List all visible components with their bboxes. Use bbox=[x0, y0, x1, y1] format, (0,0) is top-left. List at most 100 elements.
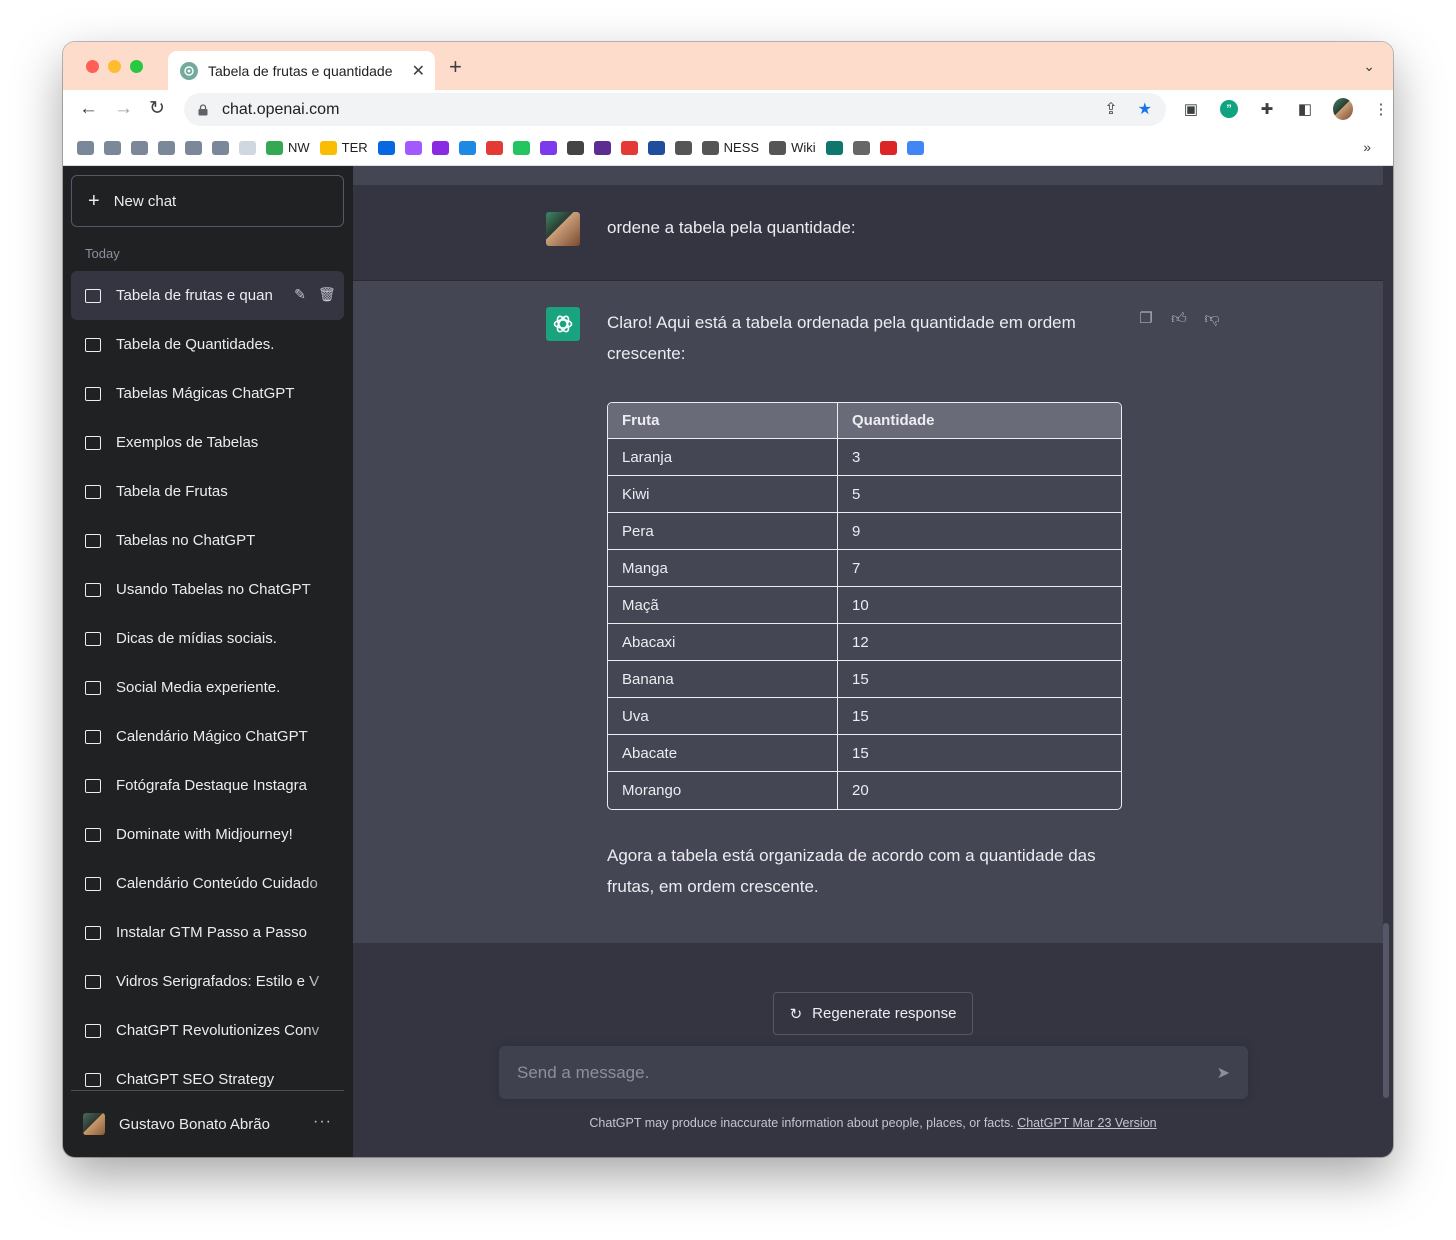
tab-search-icon[interactable]: ⌄ bbox=[1363, 58, 1375, 75]
bookmark-item[interactable]: TER bbox=[319, 140, 368, 155]
bookmark-item[interactable] bbox=[647, 140, 665, 155]
chat-history-item[interactable]: Instalar GTM Passo a Passo bbox=[71, 908, 344, 957]
bookmark-item[interactable] bbox=[566, 140, 584, 155]
close-tab-icon[interactable]: ✕ bbox=[412, 61, 425, 81]
chat-history-title: Tabela de frutas e quan bbox=[116, 287, 273, 304]
bookmark-item[interactable] bbox=[879, 140, 897, 155]
new-chat-button[interactable]: + New chat bbox=[71, 175, 344, 227]
thumbs-down-icon[interactable]: 👎︎ bbox=[1203, 310, 1221, 328]
new-chat-label: New chat bbox=[113, 192, 177, 210]
bookmark-icon bbox=[539, 140, 557, 155]
bookmark-item[interactable] bbox=[485, 140, 503, 155]
table-row: Abacate 15 bbox=[608, 735, 1121, 772]
more-options-icon[interactable]: ··· bbox=[313, 1113, 332, 1131]
bookmark-item[interactable]: NW bbox=[266, 140, 310, 155]
chatgpt-app: + New chat Today Tabela de frutas e quan… bbox=[63, 166, 1393, 1157]
bookmark-star-icon[interactable]: ★ bbox=[1138, 99, 1152, 119]
browser-tab[interactable]: Tabela de frutas e quantidade ✕ bbox=[168, 51, 435, 90]
chat-history-item[interactable]: Vidros Serigrafados: Estilo e V bbox=[71, 957, 344, 1006]
bookmark-item[interactable] bbox=[458, 140, 476, 155]
picture-in-picture-icon[interactable]: ▣ bbox=[1181, 99, 1201, 119]
bookmark-icon bbox=[566, 140, 584, 155]
bookmark-item[interactable] bbox=[377, 140, 395, 155]
chat-history-item[interactable]: ChatGPT SEO Strategy bbox=[71, 1055, 344, 1089]
bookmarks-overflow-icon[interactable]: » bbox=[1363, 139, 1371, 155]
bookmark-item[interactable] bbox=[239, 140, 256, 155]
message-composer: ➤ bbox=[499, 1046, 1248, 1099]
trash-icon[interactable]: 🗑︎ bbox=[318, 286, 336, 302]
bookmark-item[interactable] bbox=[431, 140, 449, 155]
chat-history-item[interactable]: Tabela de frutas e quan ✎ 🗑︎ bbox=[71, 271, 344, 320]
bookmark-item[interactable] bbox=[185, 140, 202, 155]
bookmark-item[interactable] bbox=[620, 140, 638, 155]
extensions-puzzle-icon[interactable]: ✚ bbox=[1257, 99, 1277, 119]
quantity-cell: 3 bbox=[838, 439, 1121, 476]
column-header-quantidade: Quantidade bbox=[838, 403, 1121, 439]
user-menu[interactable]: Gustavo Bonato Abrão ··· bbox=[71, 1090, 344, 1157]
new-tab-icon[interactable]: + bbox=[449, 56, 462, 78]
chat-history-item[interactable]: Tabelas Mágicas ChatGPT bbox=[71, 369, 344, 418]
bookmark-item[interactable]: Wiki bbox=[769, 140, 816, 155]
bookmark-item[interactable] bbox=[104, 140, 121, 155]
close-window-button[interactable] bbox=[86, 60, 99, 73]
share-icon[interactable]: ⇪ bbox=[1104, 99, 1117, 119]
send-icon[interactable]: ➤ bbox=[1217, 1063, 1230, 1083]
text-fade bbox=[304, 467, 344, 516]
thumbs-up-icon[interactable]: 👍︎ bbox=[1170, 310, 1188, 328]
scrollbar[interactable] bbox=[1383, 923, 1389, 1098]
bookmark-label: TER bbox=[341, 140, 368, 155]
bookmark-label: NESS bbox=[723, 140, 760, 155]
bookmark-icon bbox=[104, 140, 121, 155]
bookmark-item[interactable] bbox=[852, 140, 870, 155]
address-bar[interactable]: chat.openai.com ⇪ ★ bbox=[184, 93, 1166, 126]
version-link[interactable]: ChatGPT Mar 23 Version bbox=[1017, 1116, 1156, 1130]
chat-history-item[interactable]: ChatGPT Revolutionizes Conv bbox=[71, 1006, 344, 1055]
regenerate-response-button[interactable]: ↻ Regenerate response bbox=[773, 992, 973, 1035]
bookmark-item[interactable] bbox=[512, 140, 530, 155]
chat-history-item[interactable]: Calendário Mágico ChatGPT bbox=[71, 712, 344, 761]
chat-history-item[interactable]: Dicas de mídias sociais. bbox=[71, 614, 344, 663]
copy-icon[interactable]: ❐ bbox=[1137, 310, 1155, 328]
bookmark-item[interactable] bbox=[77, 140, 94, 155]
chat-history-item[interactable]: Tabelas no ChatGPT bbox=[71, 516, 344, 565]
bookmark-item[interactable] bbox=[158, 140, 175, 155]
bookmark-item[interactable] bbox=[131, 140, 148, 155]
bookmark-item[interactable] bbox=[539, 140, 557, 155]
bookmark-item[interactable] bbox=[825, 140, 843, 155]
bookmark-icon bbox=[212, 140, 229, 155]
chat-history-item[interactable]: Exemplos de Tabelas bbox=[71, 418, 344, 467]
minimize-window-button[interactable] bbox=[108, 60, 121, 73]
chat-bubble-icon bbox=[85, 533, 101, 548]
message-actions: ❐ 👍︎ 👎︎ bbox=[1137, 310, 1221, 328]
text-fade bbox=[304, 761, 344, 810]
extension-quote-icon[interactable]: ” bbox=[1219, 99, 1239, 119]
maximize-window-button[interactable] bbox=[130, 60, 143, 73]
profile-avatar[interactable] bbox=[1333, 98, 1353, 120]
bookmark-item[interactable]: NESS bbox=[701, 140, 760, 155]
edit-pencil-icon[interactable]: ✎ bbox=[292, 286, 308, 302]
fruit-name-cell: Morango bbox=[608, 772, 838, 809]
chat-history-item[interactable]: Usando Tabelas no ChatGPT bbox=[71, 565, 344, 614]
chat-history-item[interactable]: Social Media experiente. bbox=[71, 663, 344, 712]
browser-menu-icon[interactable]: ⋮ bbox=[1371, 99, 1391, 119]
chat-history-item[interactable]: Fotógrafa Destaque Instagra bbox=[71, 761, 344, 810]
chat-bubble-icon bbox=[85, 1072, 101, 1087]
fruit-name-cell: Kiwi bbox=[608, 476, 838, 513]
side-panel-icon[interactable]: ◧ bbox=[1295, 99, 1315, 119]
reload-icon[interactable]: ↻ bbox=[149, 98, 165, 120]
bookmark-item[interactable] bbox=[593, 140, 611, 155]
quantity-cell: 20 bbox=[852, 782, 869, 799]
back-icon[interactable]: ← bbox=[79, 98, 98, 120]
chat-history-item[interactable]: Tabela de Frutas bbox=[71, 467, 344, 516]
bookmark-item[interactable] bbox=[674, 140, 692, 155]
message-input[interactable] bbox=[517, 1062, 1177, 1083]
chat-history-item[interactable]: Tabela de Quantidades. bbox=[71, 320, 344, 369]
table-header-row: Fruta Quantidade bbox=[608, 403, 1121, 439]
chat-history-item[interactable]: Calendário Conteúdo Cuidado bbox=[71, 859, 344, 908]
bookmark-item[interactable] bbox=[212, 140, 229, 155]
fruit-name-cell: Abacate bbox=[608, 735, 838, 772]
bookmark-item[interactable] bbox=[404, 140, 422, 155]
chat-history-item[interactable]: Dominate with Midjourney! bbox=[71, 810, 344, 859]
forward-icon[interactable]: → bbox=[114, 98, 133, 120]
bookmark-item[interactable] bbox=[906, 140, 924, 155]
